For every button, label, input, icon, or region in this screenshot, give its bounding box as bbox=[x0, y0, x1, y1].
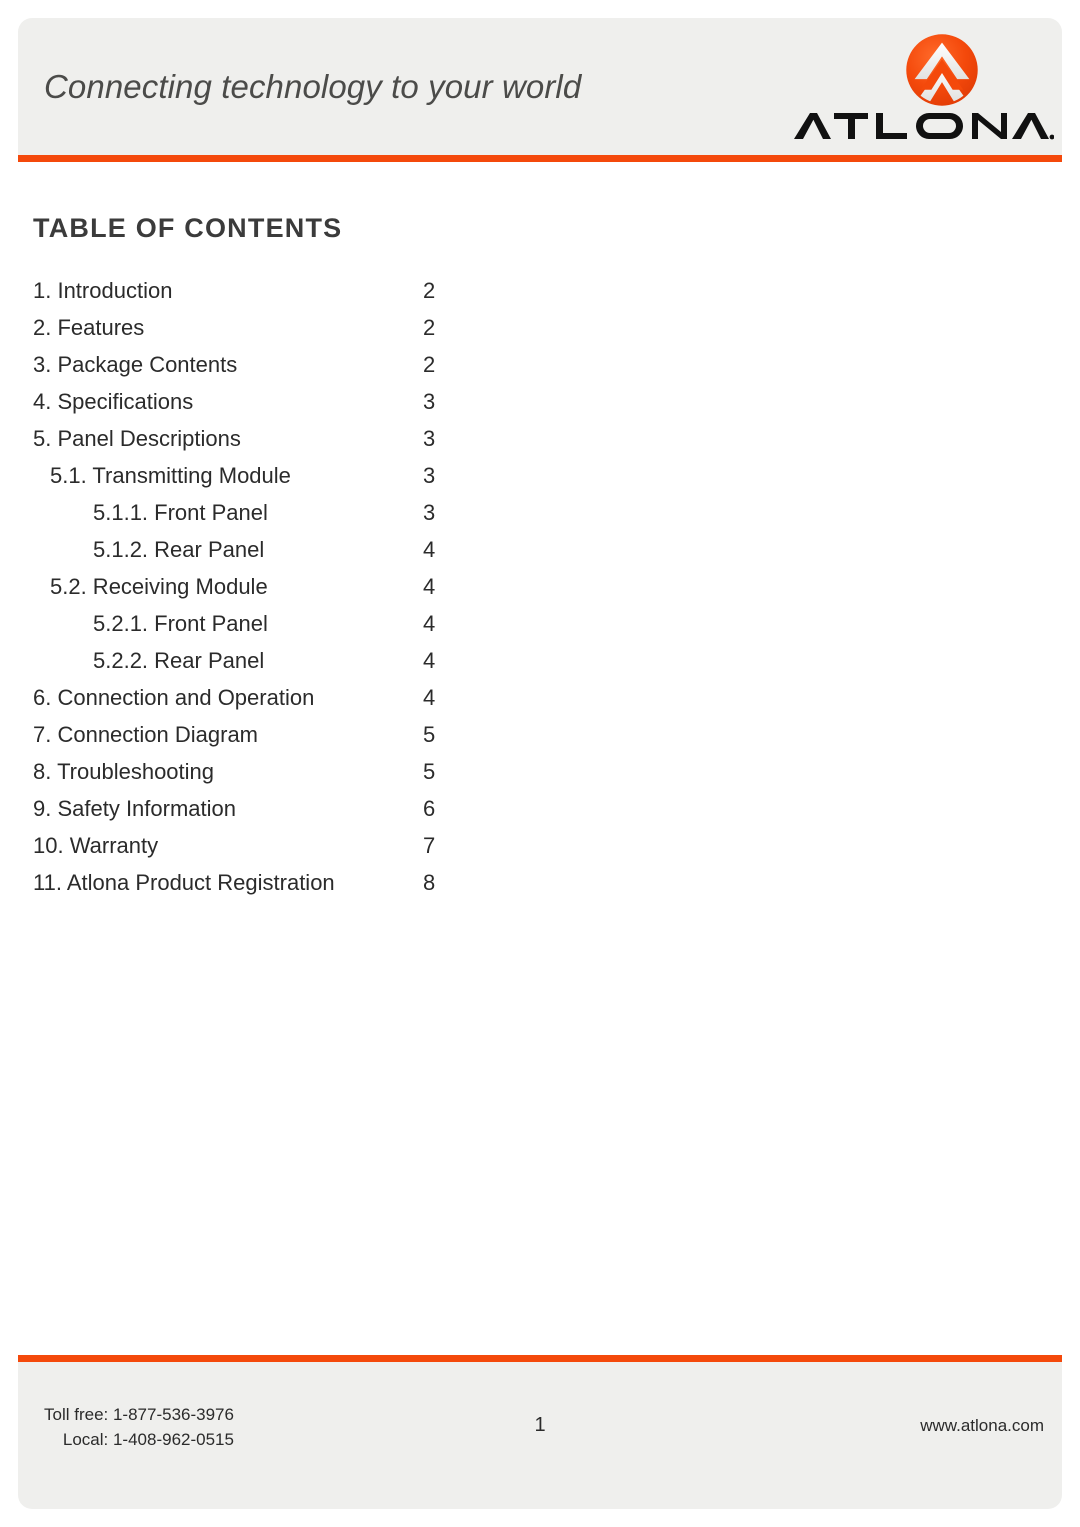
toc-entry-page: 8 bbox=[423, 870, 436, 895]
toc-entry-page: 3 bbox=[423, 463, 436, 488]
toc-entry-page: 4 bbox=[423, 537, 436, 562]
toc-entry[interactable]: 9. Safety Information 6 bbox=[33, 796, 463, 833]
atlona-wordmark bbox=[790, 108, 1055, 144]
toc-entry-label: 5.1.1. Front Panel bbox=[93, 500, 268, 525]
toc-entry-page: 4 bbox=[423, 648, 436, 673]
toc-entry-label: 11. Atlona Product Registration bbox=[33, 870, 335, 895]
header-accent-rule bbox=[18, 155, 1062, 162]
atlona-logo-mark-icon bbox=[904, 32, 980, 108]
toc-entry-page: 3 bbox=[423, 389, 436, 414]
toc-entry-label: 8. Troubleshooting bbox=[33, 759, 215, 784]
toc-entry-label: 5.2.2. Rear Panel bbox=[93, 648, 265, 673]
footer-accent-rule bbox=[18, 1355, 1062, 1362]
toc-entry-label: 5.1. Transmitting Module bbox=[50, 463, 291, 488]
toc-entry[interactable]: 4. Specifications 3 bbox=[33, 389, 463, 426]
toc-entry-page: 2 bbox=[423, 352, 436, 377]
toc-entry[interactable]: 1. Introduction 2 bbox=[33, 278, 463, 315]
table-of-contents: 1. Introduction 2 2. Features 2 3. Packa… bbox=[33, 278, 463, 907]
footer-band: Toll free: 1-877-536-3976 Local: 1-408-9… bbox=[18, 1362, 1062, 1509]
toc-entry[interactable]: 3. Package Contents 2 bbox=[33, 352, 463, 389]
toc-entry[interactable]: 5. Panel Descriptions 3 bbox=[33, 426, 463, 463]
toc-entry-page: 2 bbox=[423, 278, 436, 303]
document-page: Connecting technology to your world TABL… bbox=[0, 0, 1080, 1527]
toc-entry[interactable]: 6. Connection and Operation 4 bbox=[33, 685, 463, 722]
toc-entry-label: 7. Connection Diagram bbox=[33, 722, 259, 747]
toc-entry-page: 4 bbox=[423, 574, 436, 599]
toc-entry[interactable]: 7. Connection Diagram 5 bbox=[33, 722, 463, 759]
toc-entry-label: 9. Safety Information bbox=[33, 796, 236, 821]
toc-entry[interactable]: 2. Features 2 bbox=[33, 315, 463, 352]
toc-entry[interactable]: 8. Troubleshooting 5 bbox=[33, 759, 463, 796]
toc-entry[interactable]: 5.2.2. Rear Panel 4 bbox=[33, 648, 463, 685]
toc-entry-page: 2 bbox=[423, 315, 436, 340]
toc-entry-page: 3 bbox=[423, 500, 436, 525]
toc-entry-label: 5.2. Receiving Module bbox=[50, 574, 268, 599]
toc-entry-page: 6 bbox=[423, 796, 436, 821]
toc-entry-page: 4 bbox=[423, 685, 436, 710]
footer-page-number: 1 bbox=[534, 1414, 546, 1436]
toc-entry-label: 2. Features bbox=[33, 315, 145, 340]
toc-entry-page: 5 bbox=[423, 722, 436, 747]
header-tagline: Connecting technology to your world bbox=[44, 68, 582, 105]
toc-entry-page: 7 bbox=[423, 833, 436, 858]
toc-entry[interactable]: 5.2.1. Front Panel 4 bbox=[33, 611, 463, 648]
toc-entry-label: 5.2.1. Front Panel bbox=[93, 611, 268, 636]
toc-entry-label: 3. Package Contents bbox=[33, 352, 238, 377]
toc-entry-label: 5.1.2. Rear Panel bbox=[93, 537, 265, 562]
toc-entry-label: 10. Warranty bbox=[33, 833, 159, 858]
toc-entry-label: 5. Panel Descriptions bbox=[33, 426, 241, 451]
toc-entry[interactable]: 5.1. Transmitting Module 3 bbox=[33, 463, 463, 500]
toc-entry-page: 3 bbox=[423, 426, 436, 451]
toc-entry-label: 6. Connection and Operation bbox=[33, 685, 315, 710]
toc-entry-label: 1. Introduction bbox=[33, 278, 173, 303]
toc-entry-label: 4. Specifications bbox=[33, 389, 194, 414]
toc-entry[interactable]: 5.1.1. Front Panel 3 bbox=[33, 500, 463, 537]
toc-entry[interactable]: 5.1.2. Rear Panel 4 bbox=[33, 537, 463, 574]
toc-entry[interactable]: 5.2. Receiving Module 4 bbox=[33, 574, 463, 611]
footer-website[interactable]: www.atlona.com bbox=[920, 1416, 1044, 1436]
toc-entry[interactable]: 11. Atlona Product Registration 8 bbox=[33, 870, 463, 907]
page-title: TABLE OF CONTENTS bbox=[33, 213, 343, 243]
toc-entry[interactable]: 10. Warranty 7 bbox=[33, 833, 463, 870]
toc-entry-page: 4 bbox=[423, 611, 436, 636]
atlona-logo bbox=[790, 32, 1058, 144]
toc-entry-page: 5 bbox=[423, 759, 436, 784]
